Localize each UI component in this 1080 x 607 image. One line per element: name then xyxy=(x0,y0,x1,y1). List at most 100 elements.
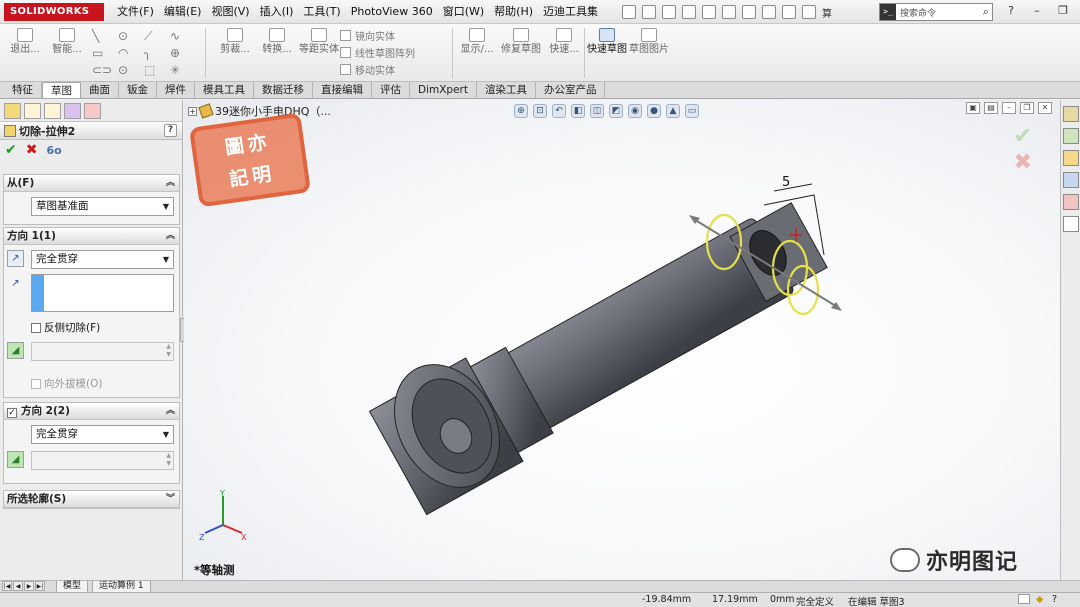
polygon-icon[interactable]: ⊙ xyxy=(118,62,144,79)
minimize-button[interactable]: – xyxy=(1026,3,1048,19)
search-box[interactable]: >_ 搜索命令 ⌕ xyxy=(879,3,993,21)
mirror-button[interactable]: 镜向实体 xyxy=(340,28,395,43)
draft-toggle-icon[interactable]: ◢ xyxy=(7,342,24,359)
dimension-value[interactable]: 5 xyxy=(782,175,790,190)
feature-manager-icon[interactable] xyxy=(4,103,21,119)
menu-maidi-tools[interactable]: 迈迪工具集 xyxy=(538,0,603,24)
display-relations-button[interactable]: 显示/... xyxy=(456,26,498,80)
tab-weldments[interactable]: 焊件 xyxy=(157,82,195,98)
ok-check-icon[interactable]: ✔ xyxy=(5,142,17,158)
options-icon[interactable] xyxy=(782,5,796,19)
trim-button[interactable]: 剪裁... xyxy=(214,26,256,80)
direction2-header[interactable]: ✓ 方向 2(2) ︽ xyxy=(4,403,179,420)
print-icon[interactable] xyxy=(682,5,696,19)
file-explorer-icon[interactable] xyxy=(1062,150,1079,166)
new-icon[interactable] xyxy=(622,5,636,19)
help-button[interactable]: ? xyxy=(164,124,177,137)
direction2-checkbox[interactable]: ✓ xyxy=(7,408,17,418)
end-condition-dropdown[interactable]: 完全贯穿 ▼ xyxy=(31,250,174,269)
spline-icon[interactable]: ⟋ xyxy=(144,28,170,45)
from-dropdown[interactable]: 草图基准面 ▼ xyxy=(31,197,174,216)
part-model[interactable]: 5 xyxy=(184,100,1060,580)
tab-mold-tools[interactable]: 模具工具 xyxy=(195,82,254,98)
fillet-icon[interactable]: ╮ xyxy=(144,45,170,62)
tab-data-migration[interactable]: 数据迁移 xyxy=(254,82,313,98)
tab-office-products[interactable]: 办公室产品 xyxy=(536,82,606,98)
convert-button[interactable]: 转换... xyxy=(256,26,298,80)
undo-icon[interactable] xyxy=(702,5,716,19)
slot-icon[interactable]: ◠ xyxy=(118,45,144,62)
help-status-icon[interactable]: ? xyxy=(1052,594,1057,605)
slot-straight-icon[interactable]: ⊂⊃ xyxy=(92,62,118,79)
rebuild-icon[interactable] xyxy=(742,5,756,19)
tab-direct-editing[interactable]: 直接编辑 xyxy=(313,82,372,98)
draft-angle-input[interactable] xyxy=(31,342,174,361)
configuration-manager-icon[interactable] xyxy=(44,103,61,119)
flip-side-to-cut-checkbox[interactable]: 反侧切除(F) xyxy=(31,320,100,335)
point-icon[interactable]: ⊕ xyxy=(170,45,196,62)
file-properties-icon[interactable] xyxy=(762,5,776,19)
search-input[interactable]: 搜索命令 xyxy=(896,6,983,19)
text-icon[interactable]: ⬚ xyxy=(144,62,170,79)
selected-contours-header[interactable]: 所选轮廓(S) ︾ xyxy=(4,491,179,508)
menu-tools[interactable]: 工具(T) xyxy=(298,0,345,24)
direction2-draft-icon[interactable]: ◢ xyxy=(7,451,24,468)
next-tab-icon[interactable]: ▶ xyxy=(24,581,34,591)
tab-dimxpert[interactable]: DimXpert xyxy=(410,82,477,98)
reverse-direction-icon[interactable]: ↗ xyxy=(7,250,24,267)
custom-properties-icon[interactable] xyxy=(1062,216,1079,232)
tab-sheet-metal[interactable]: 钣金 xyxy=(119,82,157,98)
offset-button[interactable]: 等距实体 xyxy=(298,26,340,80)
tab-features[interactable]: 特征 xyxy=(4,82,42,98)
linear-pattern-button[interactable]: 线性草图阵列 xyxy=(340,45,415,60)
circle-icon[interactable]: ⊙ xyxy=(118,28,144,45)
menu-edit[interactable]: 编辑(E) xyxy=(159,0,207,24)
graphics-area[interactable]: + 39迷你小手电DHQ（... ⊕ ⊡ ↶ ◧ ◫ ◩ ◉ ● ▲ ▭ ▣ ▤… xyxy=(184,100,1060,580)
menu-window[interactable]: 窗口(W) xyxy=(438,0,489,24)
design-library-icon[interactable] xyxy=(1062,128,1079,144)
menu-overflow[interactable]: 算 xyxy=(822,5,832,20)
arc-icon[interactable]: ∿ xyxy=(170,28,196,45)
rebuild-status-icon[interactable]: ◆ xyxy=(1036,594,1043,605)
tab-surfaces[interactable]: 曲面 xyxy=(81,82,119,98)
menu-photoview[interactable]: PhotoView 360 xyxy=(346,0,438,24)
property-manager-icon[interactable] xyxy=(24,103,41,119)
display-manager-icon[interactable] xyxy=(84,103,101,119)
help-menu-icon[interactable] xyxy=(802,5,816,19)
first-tab-icon[interactable]: |◀ xyxy=(2,581,12,591)
direction2-draft-input[interactable] xyxy=(31,451,174,470)
appearances-icon[interactable] xyxy=(1062,194,1079,210)
detailed-preview-icon[interactable]: 6ο xyxy=(46,144,61,157)
menu-help[interactable]: 帮助(H) xyxy=(489,0,538,24)
cancel-x-icon[interactable]: ✖ xyxy=(26,142,38,158)
help-question-icon[interactable]: ? xyxy=(1000,3,1022,19)
from-group-header[interactable]: 从(F) ︽ xyxy=(4,175,179,192)
line-icon[interactable]: ╲ xyxy=(92,28,118,45)
view-palette-icon[interactable] xyxy=(1062,172,1079,188)
menu-file[interactable]: 文件(F) xyxy=(112,0,159,24)
sketch-picture-button[interactable]: 草图图片 xyxy=(628,26,670,80)
tab-sketch[interactable]: 草图 xyxy=(42,82,81,98)
quick-snaps-button[interactable]: 快速... xyxy=(543,26,585,80)
open-icon[interactable] xyxy=(642,5,656,19)
dimxpert-manager-icon[interactable] xyxy=(64,103,81,119)
repair-sketch-button[interactable]: 修复草图 xyxy=(500,26,542,80)
menu-insert[interactable]: 插入(I) xyxy=(255,0,299,24)
direction2-end-condition-dropdown[interactable]: 完全贯穿 ▼ xyxy=(31,425,174,444)
magnifier-icon[interactable]: ⌕ xyxy=(983,5,992,19)
direction1-header[interactable]: 方向 1(1) ︽ xyxy=(4,228,179,245)
tab-render-tools[interactable]: 渲染工具 xyxy=(477,82,536,98)
exit-sketch-button[interactable]: 退出... xyxy=(4,26,46,80)
select-icon[interactable] xyxy=(722,5,736,19)
smart-dimension-button[interactable]: 智能... xyxy=(46,26,88,80)
direction-vector-field[interactable] xyxy=(31,274,174,312)
solidworks-resources-icon[interactable] xyxy=(1062,106,1079,122)
tab-evaluate[interactable]: 评估 xyxy=(372,82,410,98)
restore-button[interactable]: ❐ xyxy=(1052,3,1074,19)
move-entities-button[interactable]: 移动实体 xyxy=(340,62,395,77)
rapid-sketch-button[interactable]: 快速草图 xyxy=(586,26,628,80)
rectangle-icon[interactable]: ▭ xyxy=(92,45,118,62)
construction-icon[interactable]: ✳ xyxy=(170,62,196,79)
save-icon[interactable] xyxy=(662,5,676,19)
menu-view[interactable]: 视图(V) xyxy=(206,0,254,24)
